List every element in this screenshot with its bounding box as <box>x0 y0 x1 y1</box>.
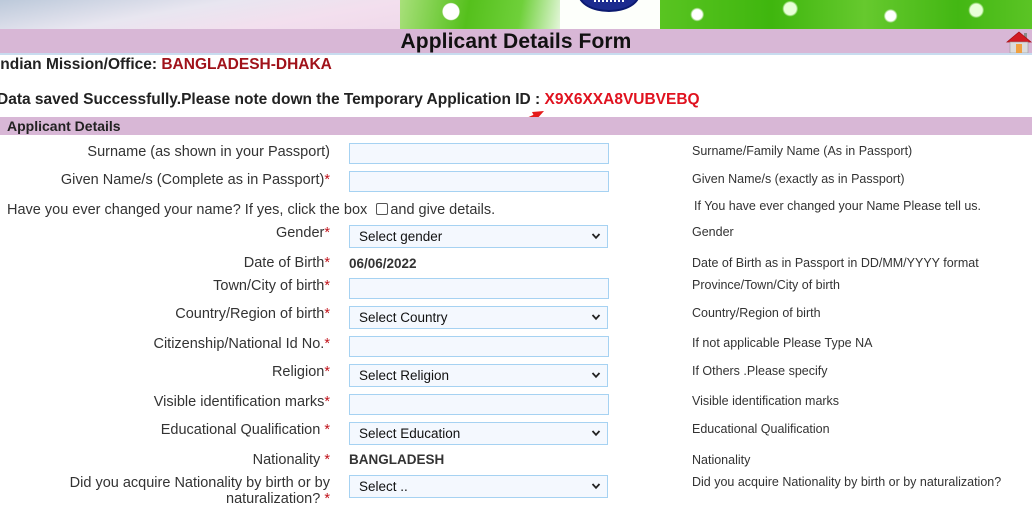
nationality-acquired-label-line1: Did you acquire Nationality by birth or … <box>69 475 330 491</box>
name-changed-question: Have you ever changed your name? If yes,… <box>7 202 495 218</box>
name-changed-label: Have you ever changed your name? If yes,… <box>7 202 372 218</box>
gender-help: Gender <box>692 225 734 239</box>
national-id-input[interactable] <box>349 336 609 357</box>
given-name-input[interactable] <box>349 171 609 192</box>
surname-label: Surname (as shown in your Passport) <box>87 144 330 160</box>
country-selected-value: Select Country <box>359 310 448 325</box>
identification-marks-label-text: Visible identification marks <box>153 394 325 410</box>
national-id-label-text: Citizenship/National Id No. <box>153 336 325 352</box>
title-bar: Applicant Details Form <box>0 29 1032 55</box>
home-icon[interactable] <box>1005 31 1032 54</box>
country-label-text: Country/Region of birth <box>175 306 325 322</box>
dob-value: 06/06/2022 <box>349 256 417 271</box>
education-help: Educational Qualification <box>692 422 830 436</box>
name-changed-help: If You have ever changed your Name Pleas… <box>694 199 981 213</box>
required-marker: * <box>324 225 330 241</box>
given-name-help: Given Name/s (exactly as in Passport) <box>692 172 905 186</box>
country-select[interactable]: Select Country <box>349 306 608 329</box>
gender-label: Gender* <box>276 225 330 241</box>
town-help: Province/Town/City of birth <box>692 278 840 292</box>
surname-input[interactable] <box>349 143 609 164</box>
required-marker: * <box>324 306 330 322</box>
town-of-birth-input[interactable] <box>349 278 609 299</box>
name-changed-checkbox[interactable] <box>376 203 389 215</box>
identification-marks-label: Visible identification marks* <box>154 394 330 410</box>
dob-label: Date of Birth* <box>244 255 330 271</box>
save-message-text: Data saved Successfully.Please note down… <box>0 91 545 108</box>
banner-green-pattern-right <box>660 0 1032 29</box>
surname-help: Surname/Family Name (As in Passport) <box>692 144 913 158</box>
required-marker: * <box>324 422 330 438</box>
banner-green-pattern-left <box>400 0 570 29</box>
chevron-down-icon <box>591 430 601 437</box>
chevron-down-icon <box>591 372 601 379</box>
mission-label: Indian Mission/Office: <box>0 56 162 73</box>
required-marker: * <box>324 364 330 380</box>
required-marker: * <box>324 491 330 507</box>
given-name-label: Given Name/s (Complete as in Passport)* <box>61 172 330 188</box>
banner-visa-paper-image <box>0 0 420 29</box>
country-help: Country/Region of birth <box>692 306 821 320</box>
education-select[interactable]: Select Education <box>349 422 608 445</box>
country-label: Country/Region of birth* <box>175 306 330 322</box>
page-title: Applicant Details Form <box>400 30 632 53</box>
nationality-acquired-selected-value: Select .. <box>359 479 408 494</box>
identification-marks-input[interactable] <box>349 394 609 415</box>
national-id-help: If not applicable Please Type NA <box>692 336 873 350</box>
nationality-acquired-help: Did you acquire Nationality by birth or … <box>692 475 1002 489</box>
section-title: Applicant Details <box>7 118 121 134</box>
chevron-down-icon <box>591 483 601 490</box>
surname-label-text: Surname (as shown in your Passport) <box>87 144 330 160</box>
save-success-message: Data saved Successfully.Please note down… <box>0 91 700 109</box>
dob-label-text: Date of Birth <box>243 255 325 271</box>
religion-selected-value: Select Religion <box>359 368 450 383</box>
nationality-acquired-select[interactable]: Select .. <box>349 475 608 498</box>
mission-value: BANGLADESH-DHAKA <box>161 56 332 73</box>
national-id-label: Citizenship/National Id No.* <box>153 336 330 352</box>
mission-office: Indian Mission/Office: BANGLADESH-DHAKA <box>0 56 332 74</box>
given-name-label-text: Given Name/s (Complete as in Passport) <box>60 172 325 188</box>
nationality-acquired-label-line2: naturalization? <box>226 491 325 507</box>
nationality-help: Nationality <box>692 453 751 467</box>
town-label: Town/City of birth* <box>213 278 330 294</box>
religion-select[interactable]: Select Religion <box>349 364 608 387</box>
town-label-text: Town/City of birth <box>213 278 325 294</box>
nationality-value: BANGLADESH <box>349 452 445 467</box>
required-marker: * <box>324 452 330 468</box>
required-marker: * <box>324 255 330 271</box>
nationality-label: Nationality * <box>253 452 330 468</box>
chevron-down-icon <box>591 233 601 240</box>
education-label: Educational Qualification * <box>161 422 330 438</box>
chevron-down-icon <box>591 314 601 321</box>
required-marker: * <box>324 278 330 294</box>
identification-marks-help: Visible identification marks <box>692 394 840 408</box>
gender-select[interactable]: Select gender <box>349 225 608 248</box>
nationality-acquired-label: Did you acquire Nationality by birth or … <box>70 475 330 507</box>
religion-help: If Others .Please specify <box>692 364 828 378</box>
header-banner <box>0 0 1032 29</box>
required-marker: * <box>324 394 330 410</box>
education-label-text: Educational Qualification <box>160 422 325 438</box>
section-header-applicant-details: Applicant Details <box>0 117 1032 135</box>
gender-label-text: Gender <box>275 225 325 241</box>
religion-label: Religion* <box>272 364 330 380</box>
gender-selected-value: Select gender <box>359 229 443 244</box>
name-changed-label-after: and give details. <box>390 202 496 218</box>
temporary-application-id: X9X6XXA8VUBVEBQ <box>544 91 700 108</box>
dob-help: Date of Birth as in Passport in DD/MM/YY… <box>692 256 979 270</box>
education-selected-value: Select Education <box>359 426 461 441</box>
required-marker: * <box>324 172 330 188</box>
religion-label-text: Religion <box>271 364 325 380</box>
nationality-label-text: Nationality <box>252 452 325 468</box>
required-marker: * <box>324 336 330 352</box>
